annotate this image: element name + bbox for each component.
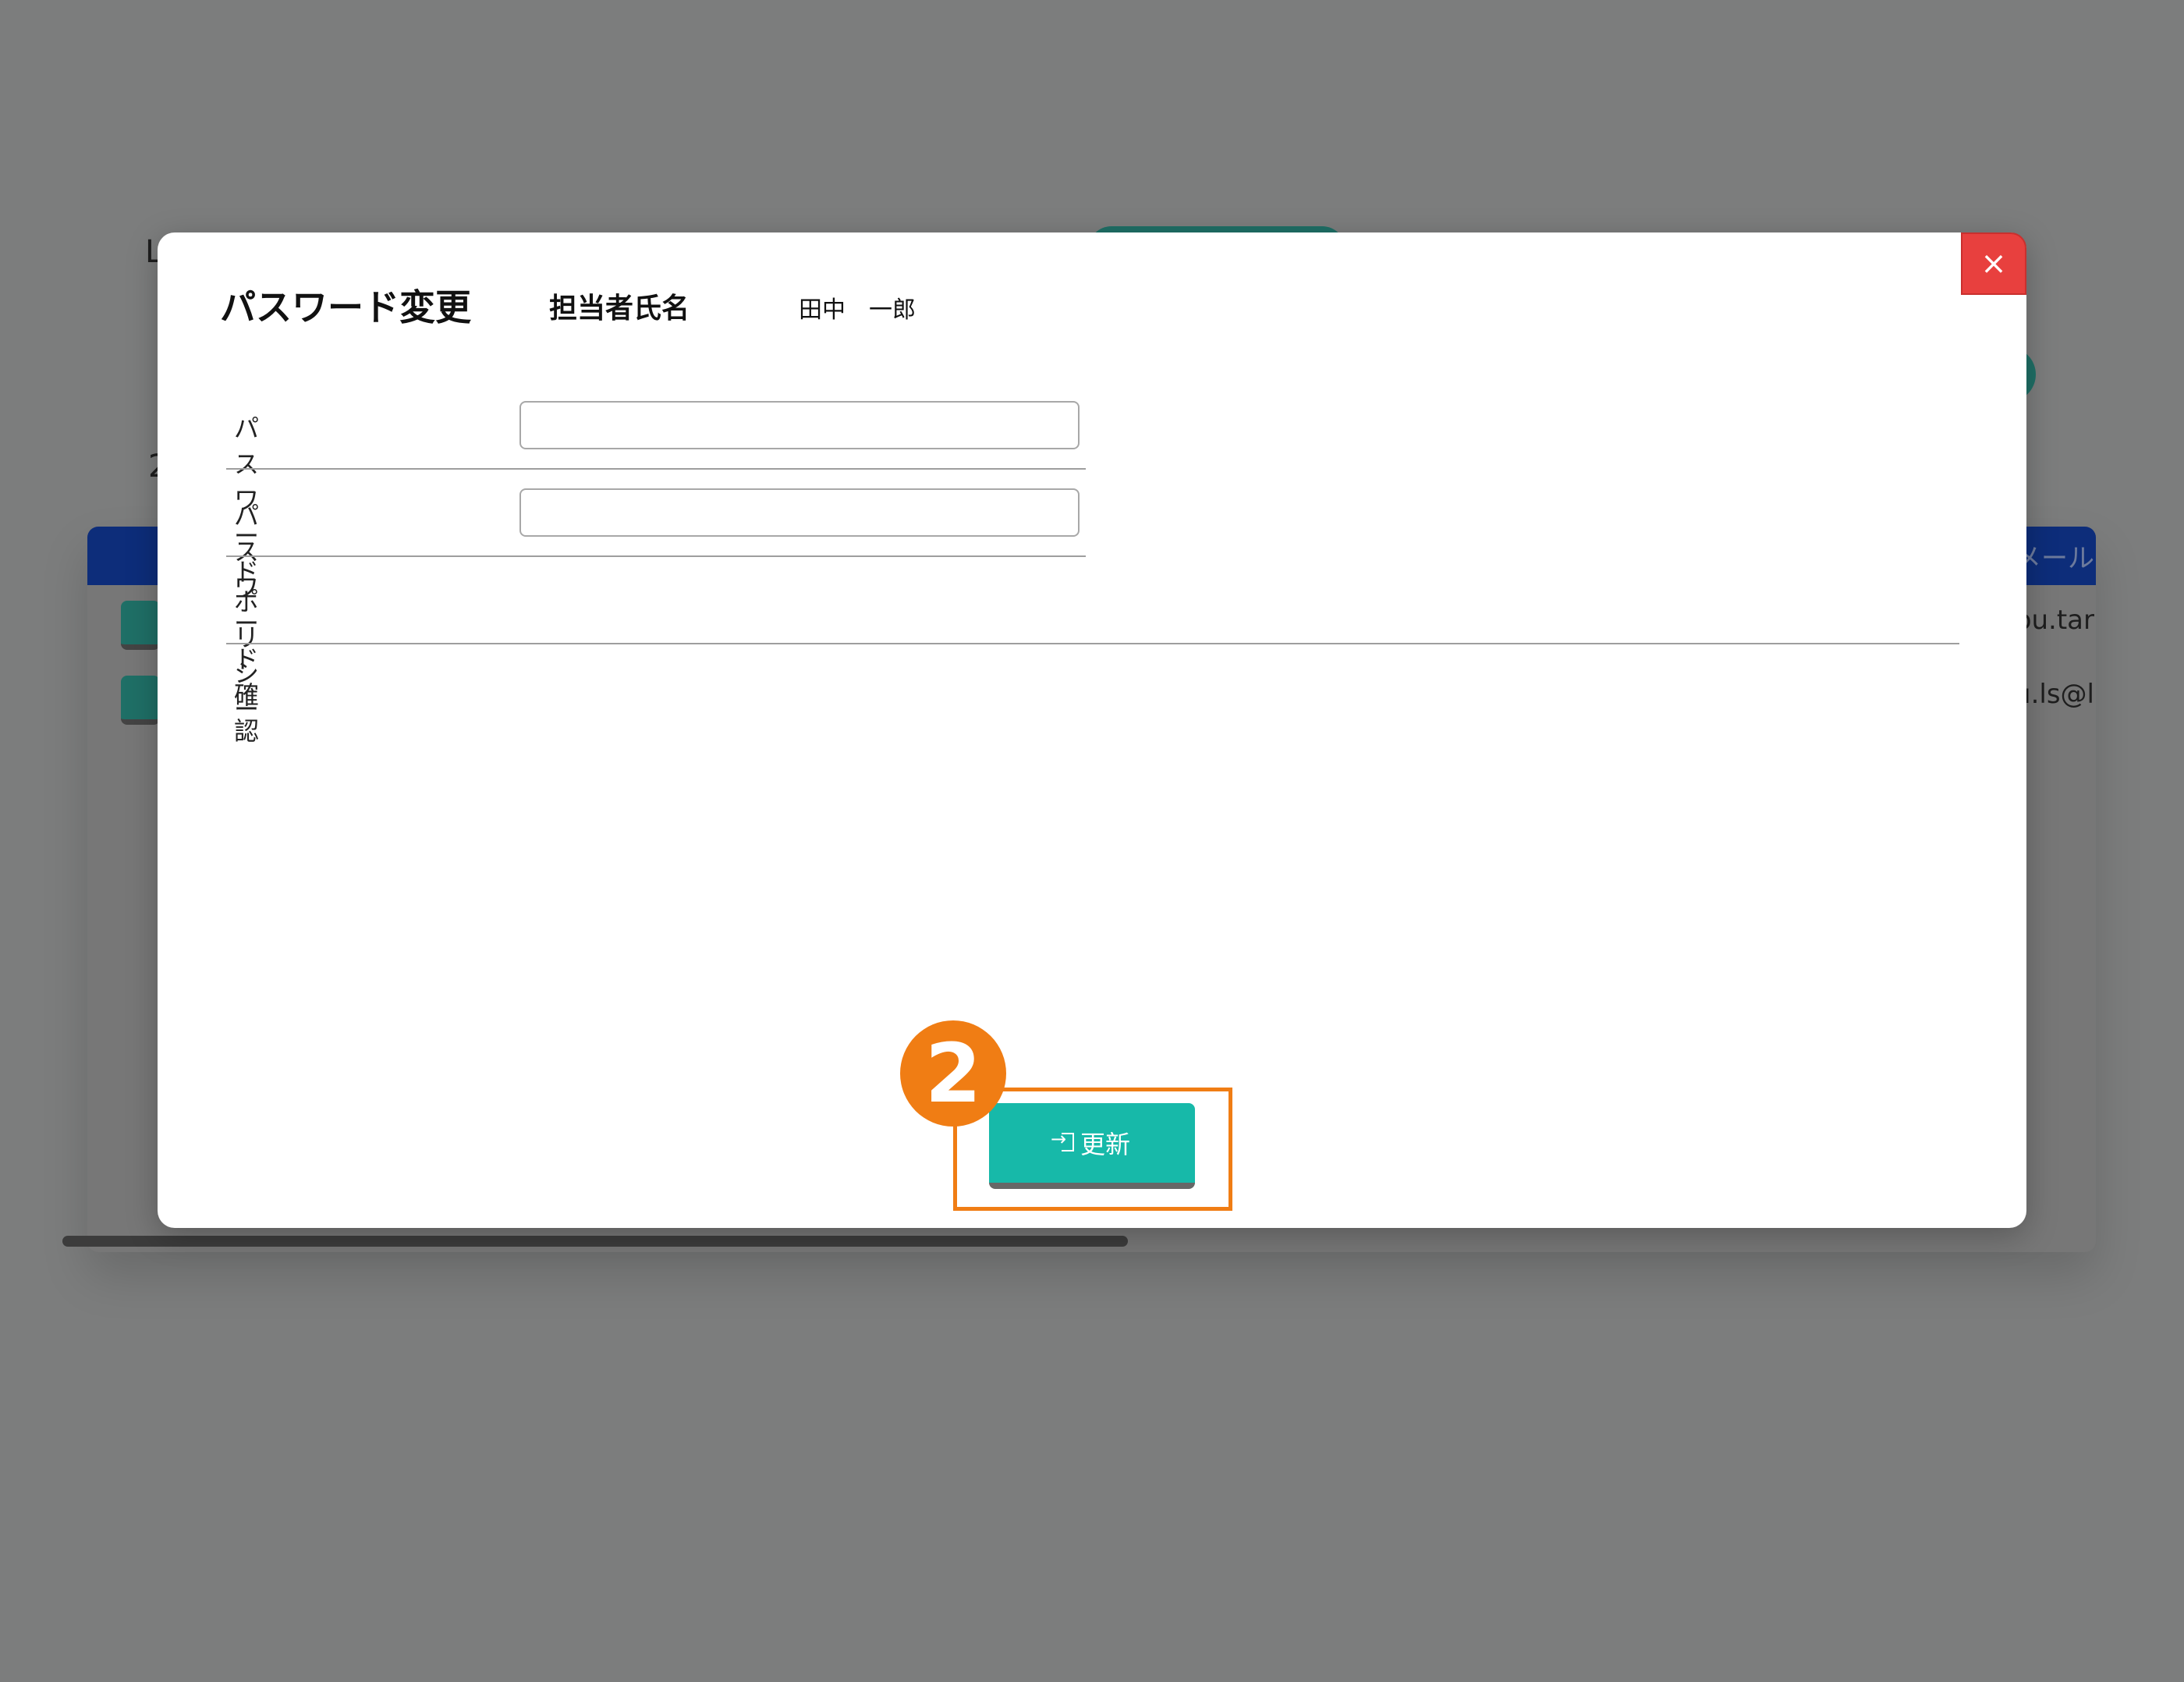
password-confirm-input[interactable]: [519, 488, 1080, 537]
update-button-label: 更新: [1080, 1130, 1130, 1159]
close-button[interactable]: ×: [1961, 232, 2026, 295]
row-divider: [226, 468, 1086, 470]
staff-name-label: 担当者氏名: [549, 293, 690, 325]
background-row-email: ou.tar: [2015, 605, 2094, 636]
section-divider: [226, 643, 1959, 644]
background-row-action: [121, 601, 160, 650]
background-column-header: メール: [2015, 543, 2094, 574]
modal-title: パスワード変更: [220, 286, 471, 328]
background-scrollbar: [62, 1236, 1128, 1247]
staff-name-value: 田中 一郎: [799, 296, 916, 324]
background-row-action: [121, 676, 160, 725]
row-divider: [226, 555, 1086, 557]
policy-label: ポリシー: [234, 587, 260, 724]
password-change-modal: × パスワード変更 担当者氏名 田中 一郎 パスワード パスワード確認 ポリシー…: [158, 232, 2026, 1228]
login-arrow-icon: [1051, 1128, 1074, 1153]
update-button[interactable]: 更新: [989, 1103, 1195, 1189]
step-number-badge: 2: [900, 1020, 1006, 1127]
close-icon: ×: [1980, 246, 2007, 282]
password-input[interactable]: [519, 401, 1080, 449]
